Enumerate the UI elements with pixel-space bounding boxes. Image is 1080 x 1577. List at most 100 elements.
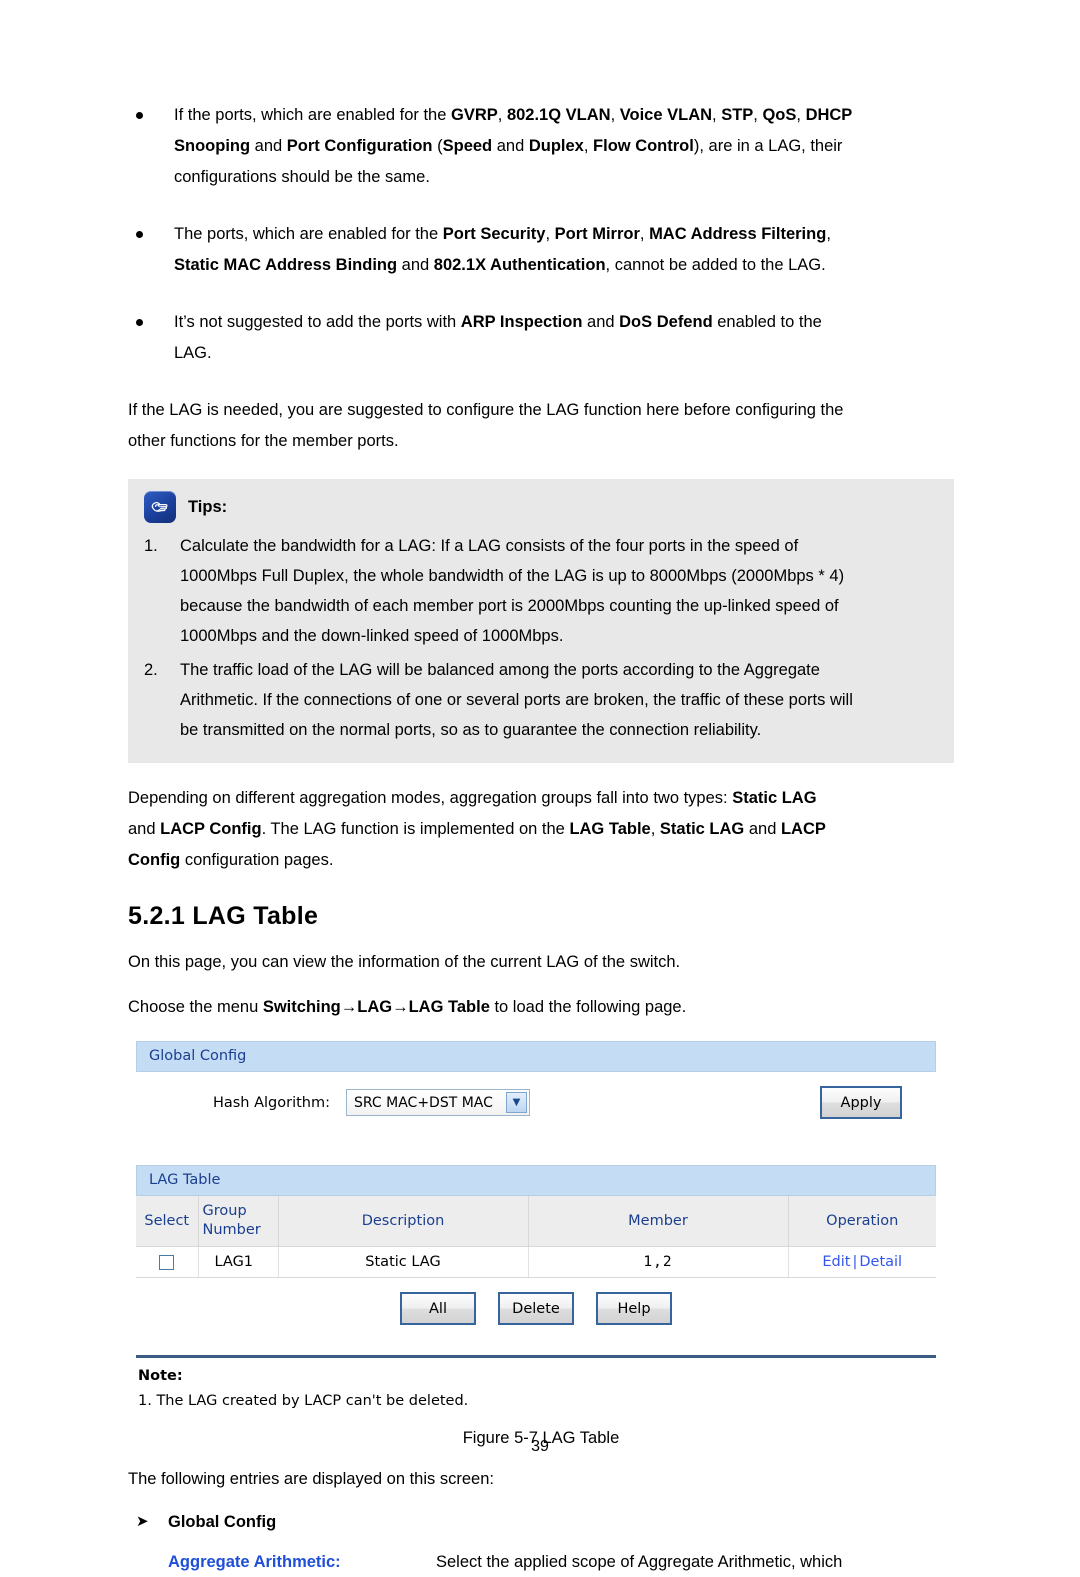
tip-text: Calculate the bandwidth for a LAG: If a …	[180, 531, 938, 651]
definition-term: Aggregate Arithmetic:	[168, 1553, 341, 1571]
delete-button[interactable]: Delete	[498, 1292, 574, 1325]
text-run: to load the following page.	[489, 998, 687, 1016]
bullet-line: LAG.	[174, 338, 954, 369]
tip-number: 1.	[144, 537, 158, 555]
bullet-line: If the ports, which are enabled for the …	[174, 100, 954, 131]
row-checkbox[interactable]	[159, 1254, 175, 1270]
page-title: 5.2.1 LAG Table	[128, 902, 319, 930]
detail-link[interactable]: Detail	[859, 1254, 902, 1270]
chevron-down-icon[interactable]: ▼	[506, 1092, 527, 1113]
tip-line: The traffic load of the LAG will be bala…	[180, 661, 820, 679]
text-run: ,	[545, 225, 555, 243]
bold-run: QoS	[762, 106, 797, 124]
aggregation-line3: Config configuration pages.	[128, 845, 954, 876]
hash-algorithm-value: SRC MAC+DST MAC	[354, 1094, 493, 1111]
note-title: Note:	[138, 1368, 183, 1384]
text-run: (	[432, 137, 443, 155]
document-body: If the ports, which are enabled for the …	[128, 100, 954, 1577]
global-config-body: Hash Algorithm: SRC MAC+DST MAC ▼ Apply	[136, 1072, 936, 1145]
pointing-hand-icon	[144, 491, 176, 523]
bullet-line: It’s not suggested to add the ports with…	[174, 307, 954, 338]
lag-table-header-row: Select Group Number Description Member O…	[136, 1196, 936, 1247]
cell-operation: Edit | Detail	[788, 1246, 936, 1278]
entries-intro: The following entries are displayed on t…	[128, 1470, 494, 1488]
bold-run: Port Security	[442, 225, 546, 243]
text-run: ,	[610, 106, 620, 124]
tip-line: Calculate the bandwidth for a LAG: If a …	[180, 537, 799, 555]
cell-group-number: LAG1	[198, 1246, 279, 1278]
arrow-item-global-config: ➤ Global Config	[128, 1507, 954, 1537]
column-header-group-number: Group Number	[198, 1196, 279, 1247]
bold-run: LACP Config	[160, 820, 262, 838]
definition-description: Select the applied scope of Aggregate Ar…	[436, 1553, 843, 1571]
column-header-select: Select	[136, 1196, 199, 1247]
hash-algorithm-label: Hash Algorithm:	[212, 1094, 330, 1111]
help-button[interactable]: Help	[596, 1292, 672, 1325]
bold-run: Flow Control	[593, 137, 694, 155]
bullet-gvrp: If the ports, which are enabled for the …	[128, 100, 954, 193]
edit-link[interactable]: Edit	[822, 1254, 850, 1270]
aggregation-paragraph: Depending on different aggregation modes…	[128, 783, 954, 876]
bullet-arp-inspection: It’s not suggested to add the ports with…	[128, 307, 954, 369]
cell-select	[136, 1246, 199, 1278]
intro-paragraph-line1: If the LAG is needed, you are suggested …	[128, 401, 844, 419]
page-number: 39	[531, 1438, 549, 1455]
cell-member: 1,2	[528, 1246, 789, 1278]
text-run: and	[250, 137, 287, 155]
text-run: ,	[826, 225, 831, 243]
bullet-line: configurations should be the same.	[174, 162, 954, 193]
lag-table-header: LAG Table	[136, 1165, 936, 1196]
tip-line: because the bandwidth of each member por…	[180, 597, 839, 615]
bold-run: LAG Table	[569, 820, 651, 838]
switch-web-ui-screenshot: Global Config Hash Algorithm: SRC MAC+DS…	[136, 1041, 936, 1417]
text-run: The ports, which are enabled for the	[174, 225, 443, 243]
text-run: ,	[639, 225, 650, 243]
tip-item: 1. Calculate the bandwidth for a LAG: If …	[144, 531, 938, 651]
bold-run: Switching→LAG→LAG Table	[262, 998, 490, 1016]
bold-run: DHCP	[805, 106, 853, 124]
bold-run: Static MAC Address Binding	[174, 256, 398, 274]
text-run: and	[582, 313, 620, 331]
hash-algorithm-select[interactable]: SRC MAC+DST MAC ▼	[346, 1089, 530, 1116]
bold-run: ARP Inspection	[460, 313, 583, 331]
intro-paragraph: If the LAG is needed, you are suggested …	[128, 395, 954, 457]
bullet-line: Snooping and Port Configuration (Speed a…	[174, 131, 954, 162]
tips-header: Tips:	[144, 491, 938, 523]
text-run: ,	[650, 820, 660, 838]
cell-description: Static LAG	[278, 1246, 529, 1278]
text-run: ,	[583, 137, 594, 155]
apply-button[interactable]: Apply	[820, 1086, 902, 1119]
text-run: It’s not suggested to add the ports with	[174, 313, 461, 331]
tips-box: Tips: 1. Calculate the bandwidth for a LA…	[128, 479, 954, 763]
lag-table-body: LAG1 Static LAG 1,2 Edit | Detail	[136, 1246, 936, 1278]
text-run: If the ports, which are enabled for the	[174, 106, 451, 124]
lag-table-button-row: All Delete Help	[136, 1278, 936, 1355]
intro-paragraph-line2: other functions for the member ports.	[128, 432, 399, 450]
text-run: ,	[497, 106, 507, 124]
text-run: configuration pages.	[180, 851, 334, 869]
note-area: Note: 1. The LAG created by LACP can't b…	[136, 1358, 936, 1417]
column-header-member: Member	[528, 1196, 789, 1247]
document-page: If the ports, which are enabled for the …	[0, 0, 1080, 1571]
text-run: . The LAG function is implemented on the	[261, 820, 570, 838]
text-run: ,	[796, 106, 806, 124]
text-run: and	[744, 820, 781, 838]
bold-run: MAC Address Filtering	[649, 225, 827, 243]
bold-run: Duplex	[528, 137, 584, 155]
column-header-description: Description	[278, 1196, 529, 1247]
bullet-line: Static MAC Address Binding and 802.1X Au…	[174, 250, 954, 281]
after-heading-line2: Choose the menu Switching→LAG→LAG Table …	[128, 992, 954, 1023]
tip-line: Arithmetic. If the connections of one or…	[180, 691, 853, 709]
text-run: and	[397, 256, 434, 274]
bullet-list: If the ports, which are enabled for the …	[128, 100, 954, 369]
text-run: enabled to the	[712, 313, 822, 331]
bold-run: DoS Defend	[619, 313, 713, 331]
bold-run: 802.1Q VLAN	[506, 106, 611, 124]
tip-item: 2. The traffic load of the LAG will be ba…	[144, 655, 938, 745]
text-run: and	[128, 820, 161, 838]
apply-button-wrap: Apply	[820, 1086, 902, 1119]
all-button[interactable]: All	[400, 1292, 476, 1325]
text-run: LAG.	[174, 344, 212, 362]
text-run: Depending on different aggregation modes…	[128, 789, 733, 807]
bullet-dot-icon	[136, 112, 143, 119]
